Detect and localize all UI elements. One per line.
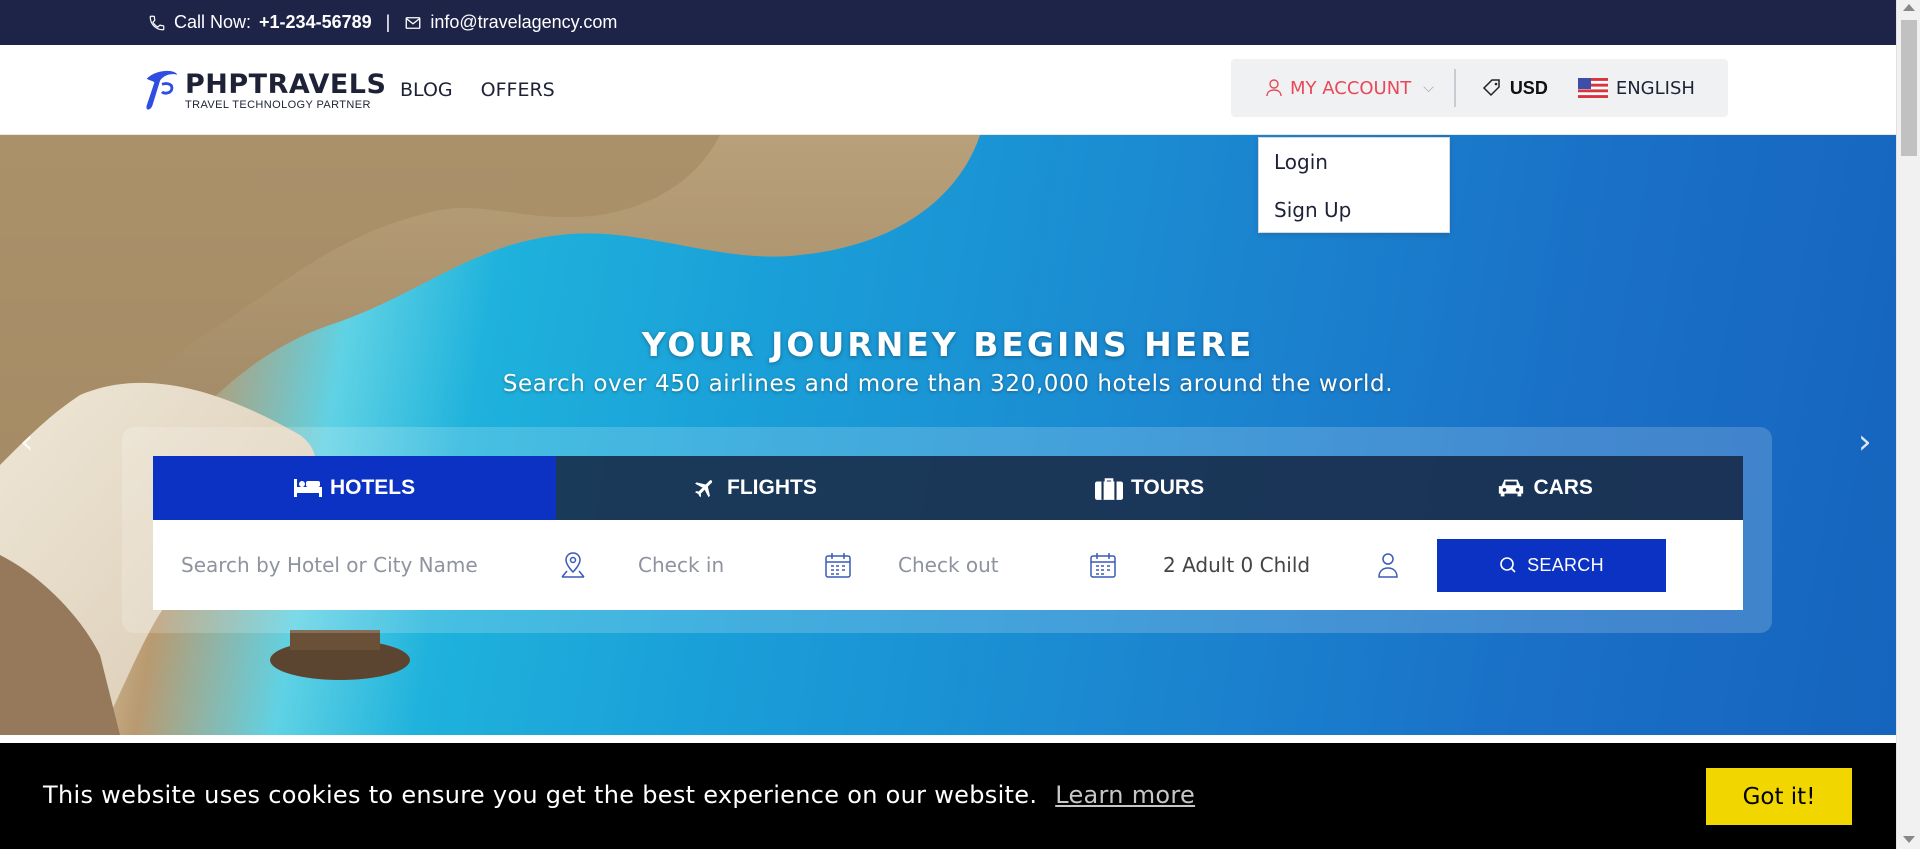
hero-title: YOUR JOURNEY BEGINS HERE (641, 325, 1255, 364)
my-account-label: MY ACCOUNT (1290, 77, 1412, 99)
language-selector[interactable]: ENGLISH (1577, 77, 1695, 99)
tab-hotels-label: HOTELS (329, 476, 416, 499)
us-flag-icon (1577, 78, 1608, 98)
hero-subtitle: Search over 450 airlines and more than 3… (502, 371, 1394, 397)
guests-selector[interactable]: 2 Adult 0 Child (1128, 520, 1433, 610)
scroll-thumb[interactable] (1901, 20, 1917, 156)
chevron-down-icon: ⌵ (1423, 80, 1434, 96)
carousel-prev-arrow[interactable]: ‹ (20, 422, 34, 462)
top-contact-bar: Call Now: +1-234-56789 | info@travelagen… (0, 0, 1896, 45)
phone-icon (149, 15, 165, 30)
email-address[interactable]: info@travelagency.com (430, 12, 617, 33)
cookie-message: This website uses cookies to ensure you … (43, 781, 1195, 809)
topbar-separator: | (385, 12, 391, 32)
contact-info: Call Now: +1-234-56789 | info@travelagen… (148, 12, 617, 33)
car-icon (1499, 479, 1524, 497)
site-header: PHPTRAVELS TRAVEL TECHNOLOGY PARTNER BLO… (0, 45, 1896, 135)
tab-tours-label: TOURS (1130, 476, 1205, 499)
checkin-date-input[interactable]: Check in (598, 520, 863, 610)
account-dropdown-menu: Login Sign Up (1258, 137, 1450, 233)
search-icon (1500, 557, 1516, 573)
calendar-icon (825, 553, 851, 578)
toolbar-divider (1453, 69, 1456, 107)
tab-cars[interactable]: CARS (1347, 456, 1743, 520)
nav-blog-link[interactable]: BLOG (400, 79, 453, 101)
account-toolbar: MY ACCOUNT ⌵ USD ENGLISH (1231, 59, 1728, 117)
tab-cars-label: CARS (1533, 476, 1593, 499)
user-icon (1266, 79, 1282, 97)
phone-number[interactable]: +1-234-56789 (259, 12, 372, 33)
tab-tours[interactable]: TOURS (952, 456, 1348, 520)
scroll-up-arrow[interactable] (1903, 4, 1915, 11)
search-button[interactable]: SEARCH (1437, 538, 1666, 592)
person-icon (1378, 553, 1398, 578)
hotel-city-input[interactable]: Search by Hotel or City Name (153, 520, 598, 610)
map-pin-icon (561, 552, 585, 578)
scroll-down-arrow[interactable] (1903, 836, 1915, 843)
hero-banner: YOUR JOURNEY BEGINS HERE Search over 450… (0, 135, 1896, 735)
tab-flights-label: FLIGHTS (727, 476, 817, 499)
nav-offers-link[interactable]: OFFERS (481, 79, 555, 101)
learn-more-link[interactable]: Learn more (1055, 781, 1195, 809)
checkout-date-input[interactable]: Check out (863, 520, 1128, 610)
checkin-placeholder: Check in (638, 553, 725, 577)
calendar-icon (1090, 553, 1116, 578)
brand-tagline: TRAVEL TECHNOLOGY PARTNER (185, 99, 371, 111)
cookie-accept-button[interactable]: Got it! (1706, 768, 1852, 825)
hotel-city-placeholder: Search by Hotel or City Name (181, 553, 478, 577)
hotel-search-form: Search by Hotel or City Name Check in Ch… (153, 520, 1743, 610)
main-nav: BLOG OFFERS (400, 79, 555, 101)
brand-logo[interactable]: PHPTRAVELS TRAVEL TECHNOLOGY PARTNER (143, 67, 386, 113)
phptravels-logo-mark (146, 70, 178, 110)
language-label: ENGLISH (1615, 77, 1695, 99)
cookie-consent-bar: This website uses cookies to ensure you … (0, 743, 1896, 849)
search-button-label: SEARCH (1527, 554, 1604, 575)
suitcase-icon (1094, 478, 1123, 500)
tab-hotels[interactable]: HOTELS (153, 456, 557, 520)
carousel-next-arrow[interactable]: › (1858, 422, 1872, 462)
search-tabs: HOTELS FLIGHTS TOURS CARS (153, 456, 1743, 520)
plane-icon (695, 480, 713, 498)
cookie-message-text: This website uses cookies to ensure you … (43, 781, 1038, 809)
guests-value: 2 Adult 0 Child (1163, 553, 1311, 577)
currency-selector[interactable]: USD (1482, 78, 1548, 99)
checkout-placeholder: Check out (898, 553, 999, 577)
dropdown-login-item[interactable]: Login (1259, 138, 1449, 186)
currency-label: USD (1509, 77, 1548, 98)
bed-icon (293, 479, 322, 497)
page-scrollbar[interactable] (1896, 0, 1920, 849)
call-now-label: Call Now: (174, 12, 252, 32)
tab-flights[interactable]: FLIGHTS (556, 456, 952, 520)
dropdown-signup-item[interactable]: Sign Up (1259, 186, 1449, 234)
envelope-icon (405, 16, 421, 29)
my-account-button[interactable]: MY ACCOUNT ⌵ (1266, 78, 1434, 99)
tag-icon (1482, 79, 1500, 97)
brand-name: PHPTRAVELS (185, 69, 387, 100)
